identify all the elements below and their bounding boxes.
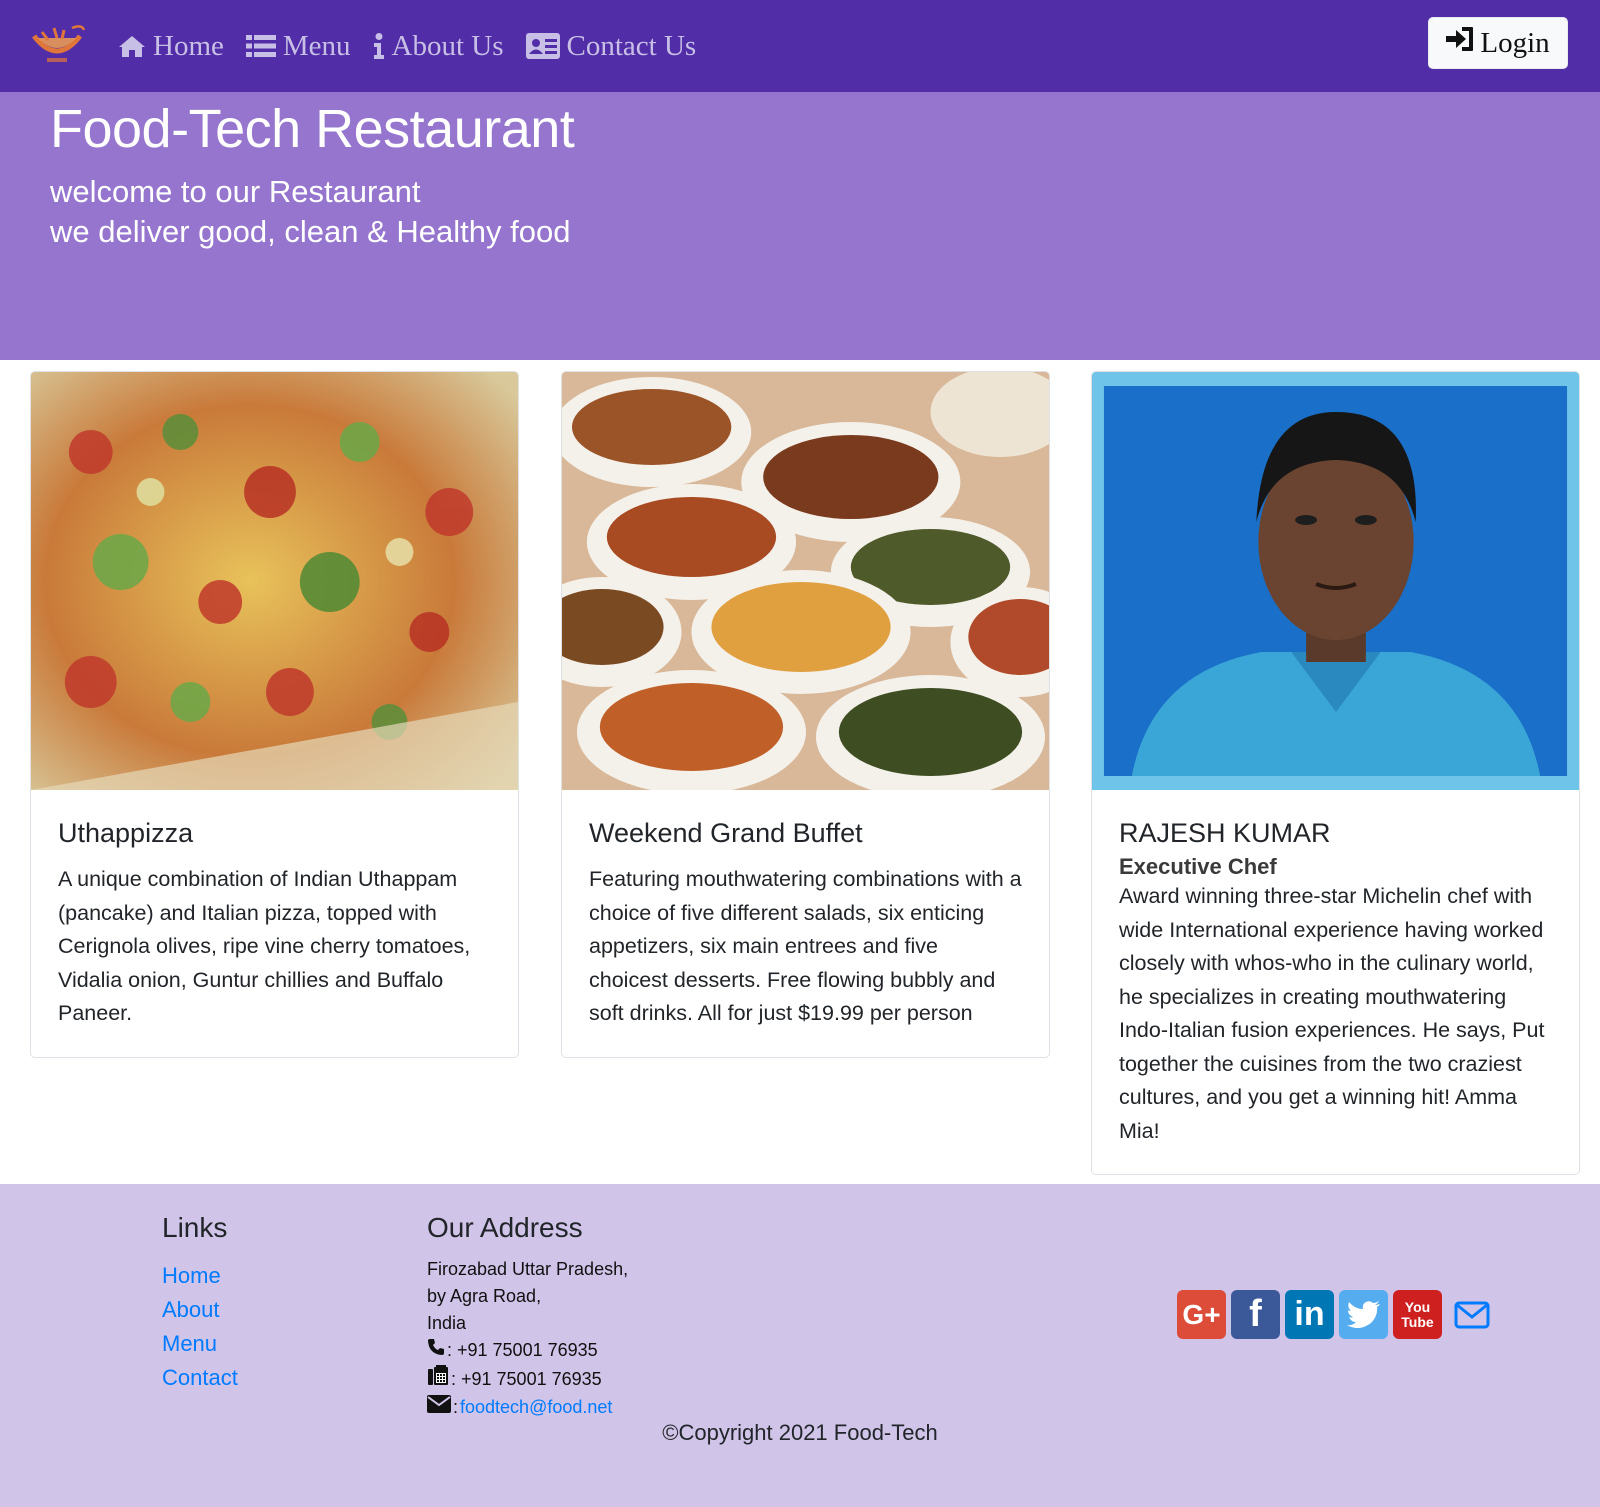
chef-portrait-photo (1092, 372, 1579, 790)
nav-home-label: Home (153, 29, 224, 62)
info-icon (373, 33, 385, 59)
nav-menu-link[interactable]: Menu (245, 29, 351, 63)
login-label: Login (1480, 26, 1550, 59)
nav-home[interactable]: Home (118, 30, 224, 63)
facebook-icon[interactable]: f (1231, 1290, 1280, 1339)
sign-in-icon (1446, 26, 1474, 60)
twitter-icon[interactable] (1339, 1290, 1388, 1339)
card-title: RAJESH KUMAR (1119, 818, 1331, 848)
home-icon (118, 34, 146, 58)
nav-about-label: About Us (391, 29, 504, 62)
card-text: A unique combination of Indian Uthappam … (58, 867, 471, 1025)
login-button[interactable]: Login (1428, 17, 1568, 69)
fax-row: : +91 75001 76935 (427, 1364, 628, 1394)
jumbotron: Food-Tech Restaurant welcome to our Rest… (0, 92, 1600, 360)
dish-card: Uthappizza A unique combination of India… (30, 371, 519, 1058)
nav-contact-label: Contact Us (566, 29, 697, 62)
links-heading: Links (162, 1212, 228, 1243)
social-links: G+ f in You Tube (1177, 1290, 1496, 1339)
envelope-icon (427, 1394, 451, 1421)
footer-links: Home About Menu Contact (162, 1259, 238, 1395)
navbar: Home Menu About Us Contact Us Login (0, 0, 1600, 92)
youtube-icon[interactable]: You Tube (1393, 1290, 1442, 1339)
promotion-card: Weekend Grand Buffet Featuring mouthwate… (561, 371, 1050, 1058)
page-title: Food-Tech Restaurant (50, 99, 575, 159)
address-heading: Our Address (427, 1212, 583, 1243)
address-block: Firozabad Uttar Pradesh, by Agra Road, I… (427, 1256, 628, 1421)
card-text: Award winning three-star Michelin chef w… (1119, 884, 1545, 1143)
linkedin-icon[interactable]: in (1285, 1290, 1334, 1339)
tagline-line-2: we deliver good, clean & Healthy food (50, 214, 571, 249)
phone-row: : +91 75001 76935 (427, 1337, 628, 1364)
uthappizza-photo (31, 372, 518, 790)
mail-icon[interactable] (1447, 1290, 1496, 1339)
nav-about[interactable]: About Us (373, 30, 504, 63)
fax-icon (427, 1364, 449, 1394)
footer-link-menu[interactable]: Menu (162, 1327, 238, 1361)
email-row: : foodtech@food.net (427, 1394, 628, 1421)
nav-menu: Home Menu About Us Contact Us (118, 0, 696, 92)
address-line: India (427, 1313, 467, 1333)
footer: Links Home About Menu Contact Our Addres… (0, 1184, 1600, 1507)
phone-icon (427, 1337, 445, 1364)
footer-link-about[interactable]: About (162, 1293, 238, 1327)
footer-link-contact[interactable]: Contact (162, 1361, 238, 1395)
email-link[interactable]: foodtech@food.net (460, 1394, 612, 1421)
leader-card: RAJESH KUMAR Executive Chef Award winnin… (1091, 371, 1580, 1175)
footer-link-home[interactable]: Home (162, 1259, 238, 1293)
phone-number: : +91 75001 76935 (447, 1340, 598, 1360)
list-icon (245, 34, 276, 58)
nav-menu-label: Menu (282, 29, 351, 62)
tagline-line-1: welcome to our Restaurant (50, 174, 421, 209)
fax-number: : +91 75001 76935 (451, 1368, 602, 1389)
nav-contact[interactable]: Contact Us (525, 29, 697, 63)
tagline: welcome to our Restaurant we deliver goo… (50, 172, 570, 252)
address-card-icon (525, 33, 560, 59)
email-prefix: : (453, 1397, 459, 1417)
buffet-photo (562, 372, 1049, 790)
address-line: by Agra Road, (427, 1286, 542, 1306)
address-line: Firozabad Uttar Pradesh, (427, 1259, 629, 1279)
copyright: ©Copyright 2021 Food-Tech (662, 1420, 938, 1445)
card-subtitle: Executive Chef (1119, 854, 1277, 879)
restaurant-logo[interactable] (28, 22, 86, 66)
google-plus-icon[interactable]: G+ (1177, 1290, 1226, 1339)
card-text: Featuring mouthwatering combinations wit… (589, 867, 1022, 1025)
card-title: Weekend Grand Buffet (589, 818, 863, 848)
card-title: Uthappizza (58, 818, 194, 848)
